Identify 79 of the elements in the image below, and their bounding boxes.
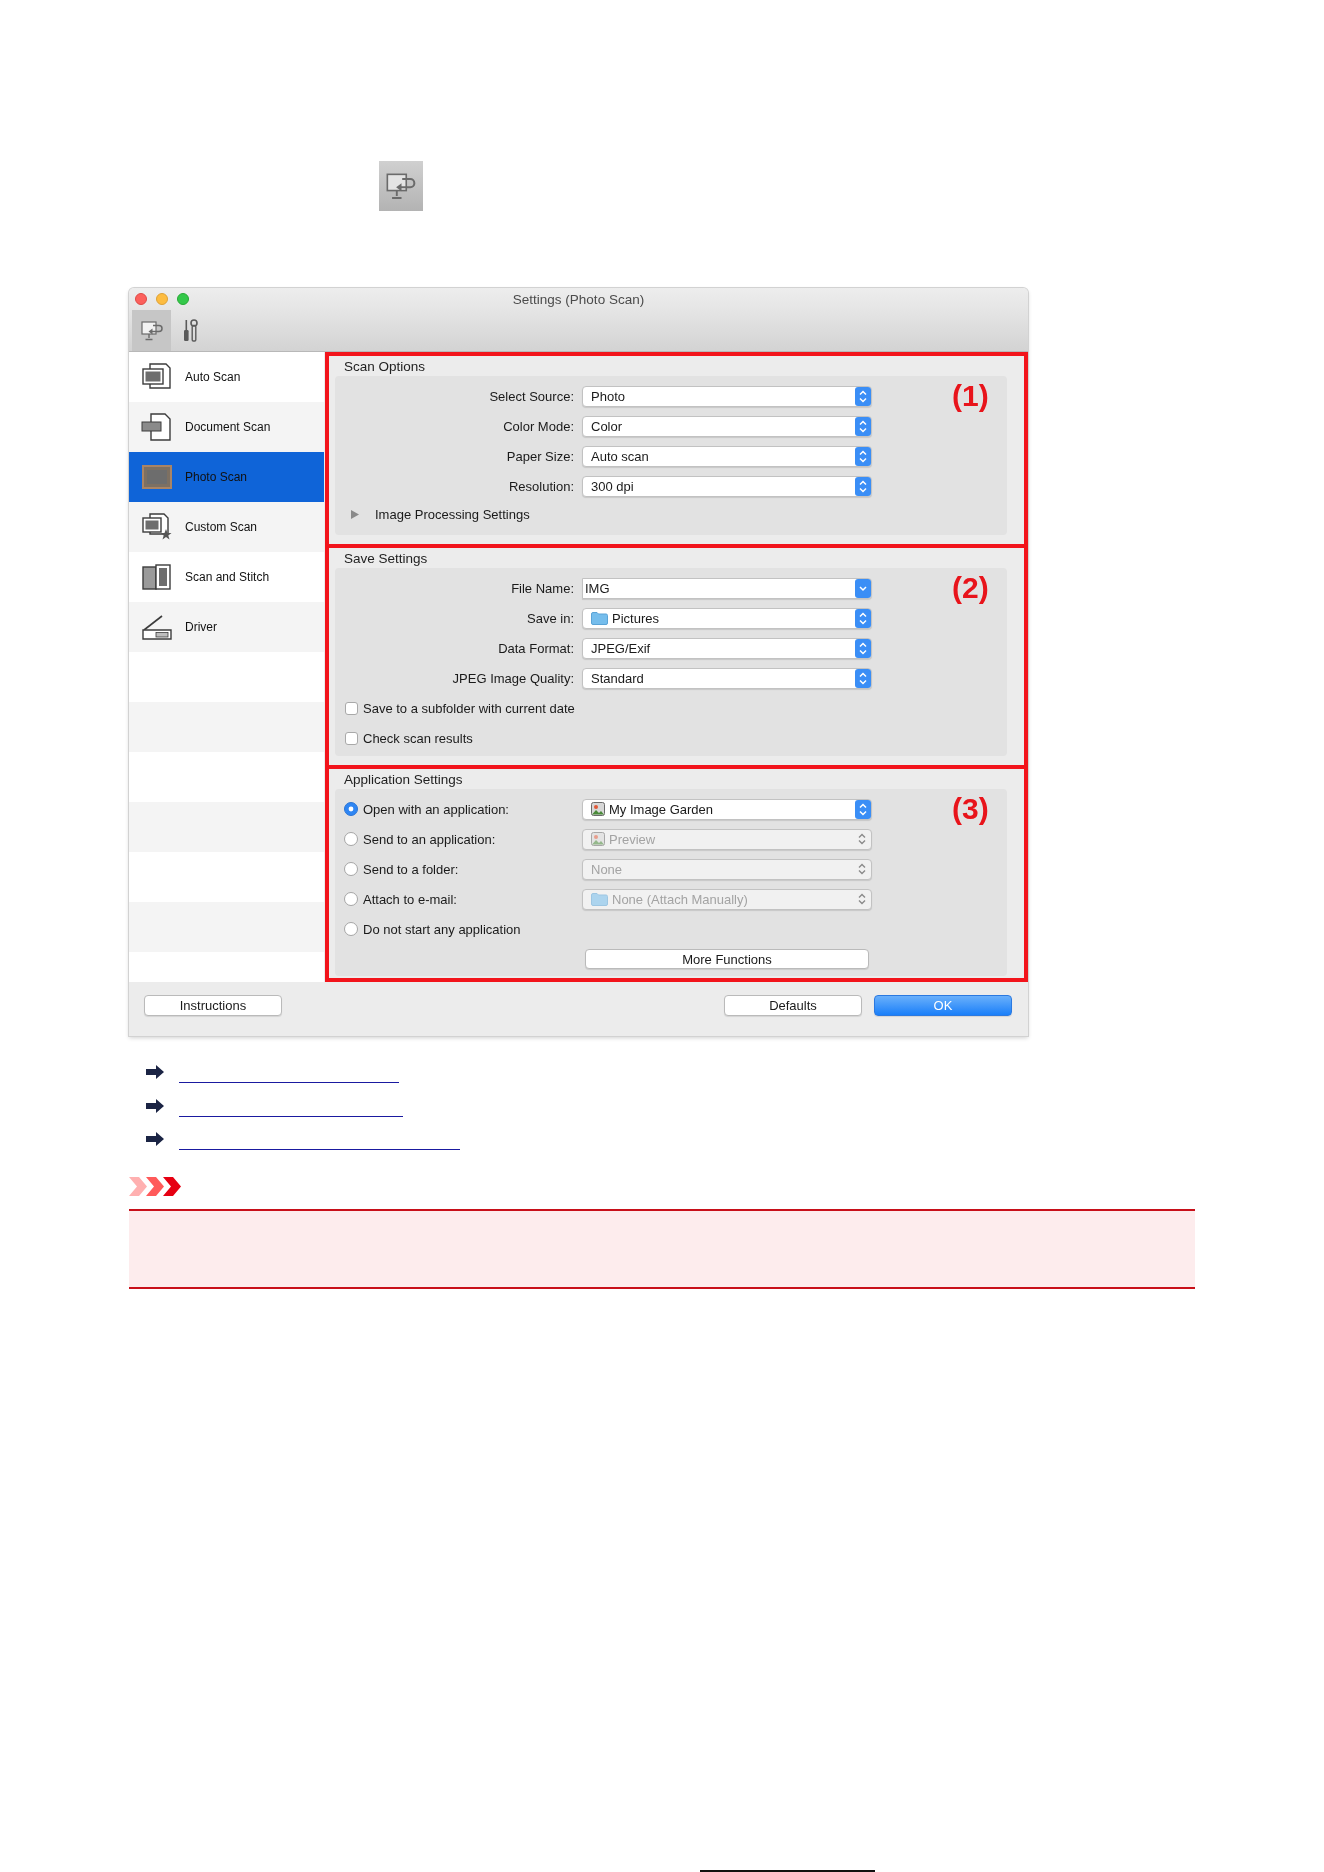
stepper-icon — [855, 638, 871, 658]
stepper-icon — [858, 833, 866, 845]
stepper-icon — [855, 386, 871, 406]
section-title: Scan Options — [343, 360, 427, 374]
section-title: Save Settings — [343, 552, 429, 566]
stepper-icon — [855, 668, 871, 688]
field-label: Color Mode: — [502, 418, 574, 434]
arrow-right-icon — [146, 1098, 164, 1113]
radio-label: Open with an application: — [363, 801, 509, 817]
window-title: Settings (Photo Scan) — [512, 291, 645, 307]
photo-frame-icon — [141, 463, 173, 491]
radio-label: Do not start any application — [363, 921, 521, 937]
dropdown[interactable]: Color — [582, 415, 872, 437]
field-label: Save in: — [526, 610, 574, 626]
radio-button[interactable] — [344, 832, 358, 846]
monitor-arrow-icon — [140, 320, 163, 341]
stepper-icon — [855, 799, 871, 819]
stepper-icon — [855, 416, 871, 436]
arrow-right-icon — [146, 1065, 164, 1079]
sidebar-item[interactable]: Custom Scan — [129, 502, 324, 552]
callout-number: (3) — [952, 794, 989, 824]
checkbox-label: Save to a subfolder with current date — [363, 700, 575, 716]
two-pages-icon — [141, 563, 173, 591]
link-underline[interactable] — [179, 1115, 403, 1117]
arrow-right-icon — [146, 1132, 164, 1146]
radio-button[interactable] — [344, 802, 358, 816]
radio-label: Send to an application: — [363, 831, 496, 847]
dropdown[interactable]: Auto scan — [582, 445, 872, 467]
disclosure-label[interactable]: Image Processing Settings — [375, 506, 530, 522]
dropdown[interactable]: JPEG/Exif — [582, 637, 872, 659]
toolbar-tab[interactable] — [132, 310, 171, 351]
checkbox[interactable] — [345, 731, 358, 745]
dropdown[interactable]: Photo — [582, 385, 872, 407]
radio-label: Send to a folder: — [363, 861, 459, 877]
document-star-icon — [141, 513, 173, 541]
zoom-button[interactable] — [177, 293, 189, 305]
stepper-icon — [855, 608, 871, 628]
field-label: Resolution: — [507, 478, 574, 494]
radio-label: Attach to e-mail: — [363, 891, 457, 907]
push-button[interactable]: More Functions — [585, 949, 869, 969]
field-label: Paper Size: — [505, 448, 574, 464]
folder-icon — [591, 892, 608, 906]
callout-number: (1) — [952, 381, 989, 411]
picture-icon — [591, 832, 605, 846]
stepper-icon — [855, 446, 871, 466]
callout-number: (2) — [952, 573, 989, 603]
tools-icon — [183, 319, 198, 342]
document-stack-icon — [141, 363, 173, 391]
stepper-icon — [858, 893, 866, 905]
folder-icon — [591, 611, 608, 625]
push-button[interactable]: Defaults — [724, 995, 862, 1016]
stepper-icon — [855, 476, 871, 496]
checkbox[interactable] — [345, 701, 358, 715]
dropdown[interactable]: My Image Garden — [582, 798, 872, 820]
push-button[interactable]: Instructions — [144, 995, 282, 1016]
radio-button[interactable] — [344, 892, 358, 906]
field-label: File Name: — [510, 580, 574, 596]
dropdown[interactable]: Pictures — [582, 607, 872, 629]
disclosure-triangle-icon[interactable] — [351, 509, 359, 519]
stepper-icon — [858, 863, 866, 875]
triple-chevron-icon — [129, 1176, 181, 1196]
dropdown[interactable]: 300 dpi — [582, 475, 872, 497]
section-title: Application Settings — [343, 773, 464, 787]
document-icon — [141, 413, 173, 441]
combo-box[interactable]: IMG — [582, 577, 872, 599]
radio-button[interactable] — [344, 862, 358, 876]
field-label: Select Source: — [488, 388, 574, 404]
chevron-down-icon — [855, 578, 871, 598]
checkbox-label: Check scan results — [363, 730, 473, 746]
close-button[interactable] — [135, 293, 147, 305]
minimize-button[interactable] — [156, 293, 168, 305]
dropdown[interactable]: Standard — [582, 667, 872, 689]
sidebar-item[interactable]: Driver — [129, 602, 324, 652]
radio-button[interactable] — [344, 922, 358, 936]
picture-icon — [591, 802, 605, 816]
field-label: Data Format: — [497, 640, 574, 656]
sidebar-item[interactable]: Document Scan — [129, 402, 324, 452]
field-label: JPEG Image Quality: — [451, 670, 574, 686]
scanner-icon — [141, 613, 173, 641]
